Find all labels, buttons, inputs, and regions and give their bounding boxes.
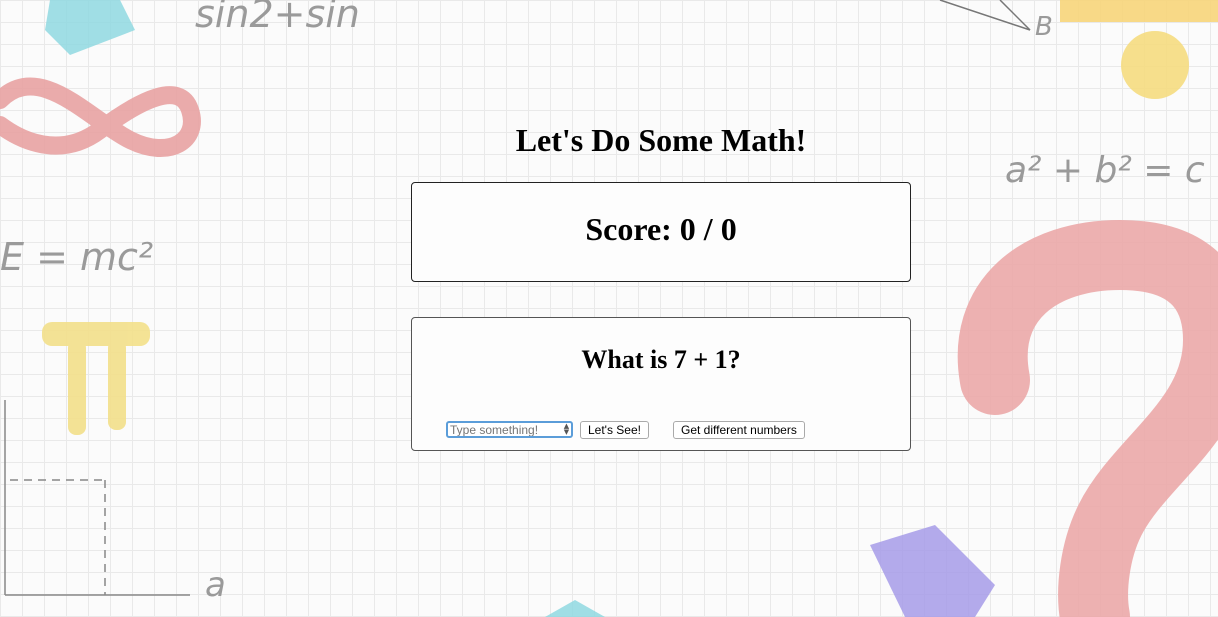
orange-block-icon xyxy=(1060,0,1218,22)
purple-block-icon xyxy=(870,525,995,617)
background-doodles xyxy=(0,0,1218,617)
axes-sketch-icon xyxy=(4,400,190,596)
pi-icon xyxy=(42,322,150,435)
formula-b: B xyxy=(1035,12,1053,42)
number-spinner-icon[interactable]: ▲ ▼ xyxy=(562,423,571,436)
score-text: Score: 0 / 0 xyxy=(585,211,737,247)
formula-emc2: E = mc² xyxy=(0,235,154,279)
yellow-ball-icon xyxy=(1121,31,1189,99)
get-different-numbers-button[interactable]: Get different numbers xyxy=(673,421,805,439)
infinity-ribbon-icon xyxy=(0,77,201,158)
cyan-shape-icon xyxy=(545,600,605,617)
answer-input[interactable] xyxy=(446,421,573,438)
question-panel: What is 7 + 1? ▲▼ Let's See! Get differe… xyxy=(411,317,911,451)
triangle-sketch-icon xyxy=(939,0,1031,31)
lets-see-button[interactable]: Let's See! xyxy=(580,421,649,439)
formula-sin: sin2+sin xyxy=(195,0,360,36)
formula-pythagoras: a² + b² = c xyxy=(1005,150,1205,191)
formula-a: a xyxy=(205,565,226,605)
score-panel: Score: 0 / 0 xyxy=(411,182,911,282)
cyan-cube-icon xyxy=(45,0,135,55)
question-mark-icon xyxy=(957,219,1218,617)
page-title: Let's Do Some Math! xyxy=(515,122,807,158)
question-text: What is 7 + 1? xyxy=(581,345,741,374)
